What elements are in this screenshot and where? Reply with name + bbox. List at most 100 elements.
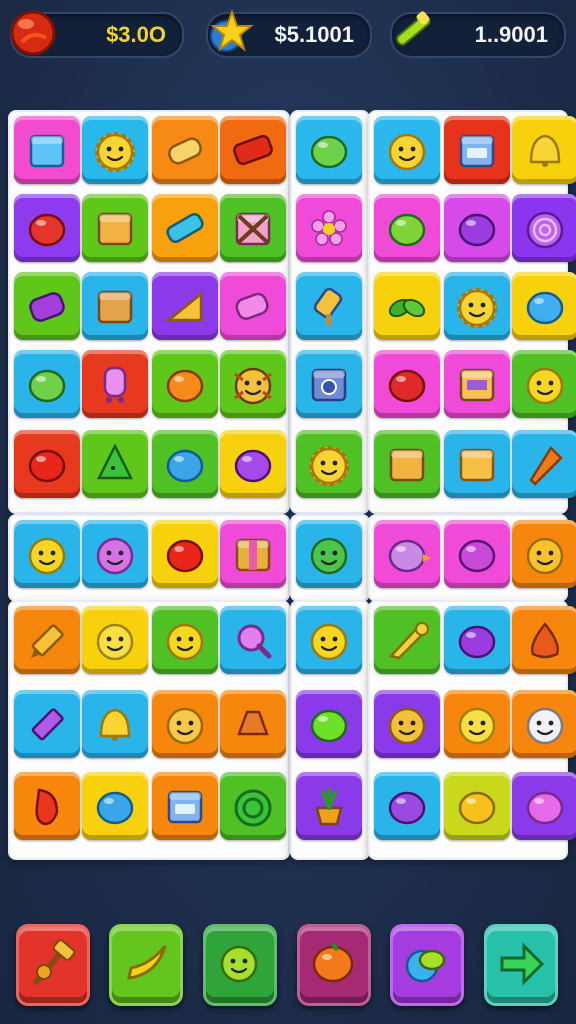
tile-r5-c8[interactable] [512,430,576,498]
tile-r4-c7[interactable] [444,350,510,418]
tile-r4-c4[interactable] [220,350,286,418]
tile-r1-c1[interactable] [14,116,80,184]
tile-r5-c2[interactable] [82,430,148,498]
moves-counter: 1..9001 [390,11,566,58]
tile-r1-c3[interactable] [152,116,218,184]
cheese-icon [165,291,203,322]
plum-icon [458,625,496,659]
tile-r3-c6[interactable] [374,272,440,340]
tile-r4-c1[interactable] [14,350,80,418]
treasure-chest-icon [97,212,133,246]
tile-r6-c1[interactable] [14,520,80,588]
tile-r9-c8[interactable] [512,772,576,840]
yellow-disc-icon [458,791,496,825]
tile-r6-c6[interactable] [374,520,440,588]
tile-r2-c3[interactable] [152,194,218,262]
tile-r5-c4[interactable] [220,430,286,498]
chest-icon [459,368,495,402]
tile-r2-c7[interactable] [444,194,510,262]
tile-r2-c5[interactable] [296,194,362,262]
tile-r7-c1[interactable] [14,606,80,674]
carrot-icon [529,446,563,486]
pink-skull-icon [96,537,134,575]
tile-r9-c3[interactable] [152,772,218,840]
tile-r6-c3[interactable] [152,520,218,588]
tile-r3-c4[interactable] [220,272,286,340]
tile-r1-c6[interactable] [374,116,440,184]
tile-r5-c1[interactable] [14,430,80,498]
pink-robot-icon [103,366,127,403]
tile-r9-c6[interactable] [374,772,440,840]
tile-r7-c8[interactable] [512,606,576,674]
tile-r5-c7[interactable] [444,430,510,498]
scroll-icon [168,137,202,165]
tile-r8-c7[interactable] [444,690,510,758]
lemon-face-icon [310,623,348,661]
tile-r3-c2[interactable] [82,272,148,340]
tile-r1-c4[interactable] [220,116,286,184]
candy-tube-icon [166,213,204,243]
fruit-booster-button[interactable] [390,924,464,1006]
lemon-booster-button[interactable] [203,924,277,1006]
lime-leaf-icon [388,213,426,247]
tile-r6-c7[interactable] [444,520,510,588]
tile-r5-c5[interactable] [296,430,362,498]
tile-r1-c8[interactable] [512,116,576,184]
tile-r4-c2[interactable] [82,350,148,418]
tile-r8-c8[interactable] [512,690,576,758]
tile-r3-c3[interactable] [152,272,218,340]
tile-r4-c8[interactable] [512,350,576,418]
tile-r2-c1[interactable] [14,194,80,262]
bag-icon [389,448,425,482]
tile-r2-c2[interactable] [82,194,148,262]
tile-r7-c5[interactable] [296,606,362,674]
tile-r6-c5[interactable] [296,520,362,588]
tile-r9-c2[interactable] [82,772,148,840]
tile-r8-c3[interactable] [152,690,218,758]
coins-value: $3.0O [106,22,166,47]
tile-r6-c4[interactable] [220,520,286,588]
green-lemon-face-icon [220,945,258,983]
tile-r7-c7[interactable] [444,606,510,674]
tile-r5-c6[interactable] [374,430,440,498]
tile-r1-c2[interactable] [82,116,148,184]
tile-r8-c1[interactable] [14,690,80,758]
tile-r7-c4[interactable] [220,606,286,674]
tile-r3-c8[interactable] [512,272,576,340]
purple-pouch-icon [29,292,65,322]
tile-r9-c1[interactable] [14,772,80,840]
tile-r2-c4[interactable] [220,194,286,262]
banana-booster-button[interactable] [109,924,183,1006]
tile-r4-c6[interactable] [374,350,440,418]
green-melon-icon [28,369,66,403]
tile-r9-c4[interactable] [220,772,286,840]
hammer-booster-button[interactable] [16,924,90,1006]
tile-r8-c2[interactable] [82,690,148,758]
tile-r3-c5[interactable] [296,272,362,340]
tile-r8-c4[interactable] [220,690,286,758]
tile-r9-c7[interactable] [444,772,510,840]
onion-icon [531,621,559,659]
tile-r2-c8[interactable] [512,194,576,262]
tile-r3-c7[interactable] [444,272,510,340]
robot-box-icon [167,790,203,824]
elf-hat-icon [96,443,134,480]
tile-r2-c6[interactable] [374,194,440,262]
next-arrow-button[interactable] [484,924,558,1006]
tile-r6-c8[interactable] [512,520,576,588]
tile-r8-c5[interactable] [296,690,362,758]
tile-r7-c6[interactable] [374,606,440,674]
orange-booster-button[interactable] [297,924,371,1006]
tile-r4-c5[interactable] [296,350,362,418]
wand-icon [396,11,431,46]
tile-r1-c7[interactable] [444,116,510,184]
tile-r3-c1[interactable] [14,272,80,340]
tile-r1-c5[interactable] [296,116,362,184]
tile-r8-c6[interactable] [374,690,440,758]
tile-r7-c3[interactable] [152,606,218,674]
tile-r4-c3[interactable] [152,350,218,418]
tile-r9-c5[interactable] [296,772,362,840]
tile-r7-c2[interactable] [82,606,148,674]
tile-r6-c2[interactable] [82,520,148,588]
tile-r5-c3[interactable] [152,430,218,498]
